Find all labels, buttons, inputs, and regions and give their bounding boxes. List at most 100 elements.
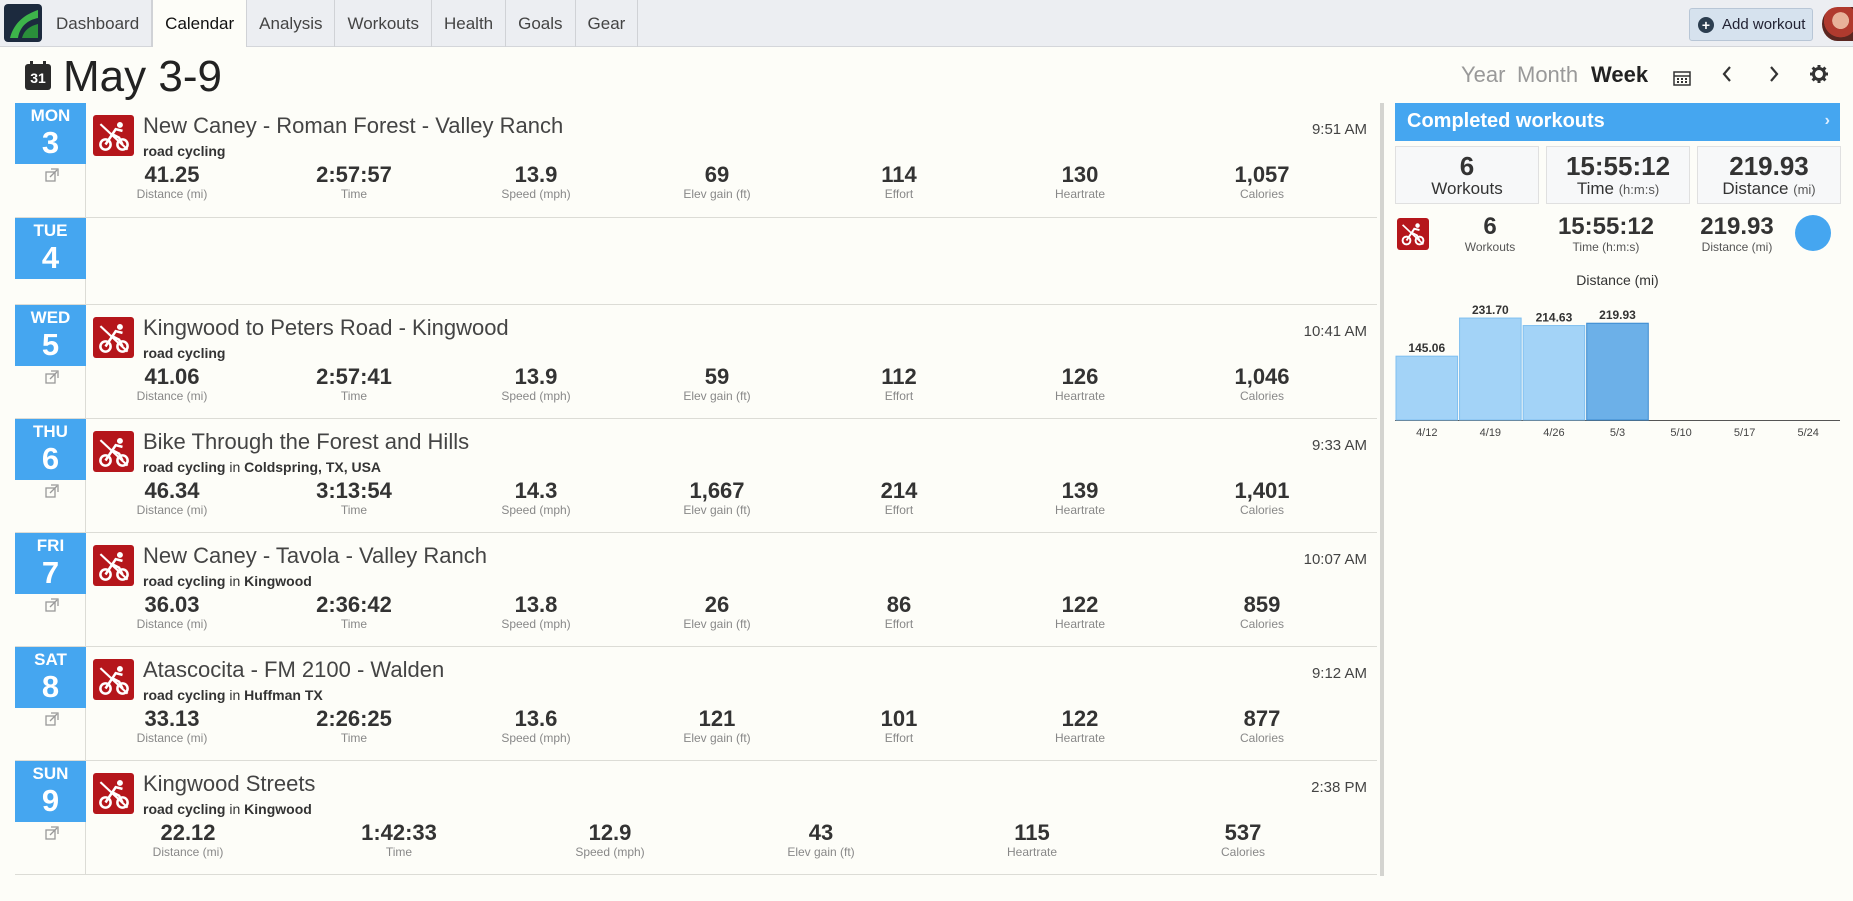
bar-5-3[interactable]: [1586, 322, 1649, 421]
day-row-wed: WED 5 Kingwood to Peters Road - Kingwood ro…: [15, 305, 1377, 419]
workout-stat: 1,057 Calories: [1182, 163, 1342, 202]
stat-label: Distance (mi): [136, 503, 208, 517]
add-workout-button[interactable]: + Add workout: [1689, 8, 1813, 41]
workout-stat: 13.9 Speed (mph): [456, 163, 616, 202]
cycling-sport-icon[interactable]: [93, 659, 134, 700]
workout-title[interactable]: Bike Through the Forest and Hills: [143, 429, 469, 455]
view-week-button[interactable]: Week: [1591, 62, 1648, 88]
stat-value: 13.8: [514, 592, 558, 617]
bar-4-12[interactable]: [1395, 355, 1459, 421]
workout-title[interactable]: Kingwood to Peters Road - Kingwood: [143, 315, 509, 341]
stat-value: 115: [1014, 820, 1050, 845]
stat-value: 69: [704, 162, 730, 187]
sport-workouts-stat: 6 Workouts: [1430, 214, 1550, 255]
tab-goals[interactable]: Goals: [506, 0, 576, 47]
next-week-icon[interactable]: [1767, 64, 1781, 90]
bar-value-label: 219.93: [1599, 308, 1636, 322]
tab-workouts[interactable]: Workouts: [335, 0, 432, 47]
tab-calendar[interactable]: Calendar: [152, 0, 248, 47]
cycling-sport-icon[interactable]: [93, 115, 134, 156]
day-badge[interactable]: TUE 4: [15, 218, 86, 279]
in-word: in: [229, 687, 241, 703]
chevron-right-icon: ›: [1824, 112, 1830, 129]
date-picker-icon[interactable]: [1673, 66, 1691, 92]
workout-time: 9:12 AM: [1311, 665, 1367, 682]
day-badge[interactable]: FRI 7: [15, 533, 86, 594]
summary-distance-box: 219.93 Distance (mi): [1697, 146, 1841, 204]
app-logo[interactable]: [4, 4, 42, 42]
stat-label: Calories: [1239, 617, 1284, 631]
bar-4-19[interactable]: [1459, 317, 1522, 421]
summary-time-value: 15:55:12: [1565, 151, 1671, 181]
stat-value: 43: [808, 820, 834, 845]
day-badge[interactable]: THU 6: [15, 419, 86, 480]
external-link-icon[interactable]: [44, 369, 60, 389]
completed-workouts-title: Completed workouts: [1407, 110, 1605, 132]
tab-dashboard[interactable]: Dashboard: [44, 0, 153, 47]
workout-stat: 26 Elev gain (ft): [637, 593, 797, 632]
stat-label: Time: [340, 503, 368, 517]
day-badge[interactable]: WED 5: [15, 305, 86, 366]
workout-subtitle: road cycling: [143, 143, 225, 159]
bar-4-26[interactable]: [1522, 325, 1586, 421]
workout-stat: 36.03 Distance (mi): [92, 592, 252, 632]
workout-stat: 2:57:41 Time: [274, 365, 434, 404]
day-name: SUN: [32, 764, 69, 783]
external-link-icon[interactable]: [44, 711, 60, 731]
completed-workouts-header[interactable]: Completed workouts ›: [1395, 103, 1840, 141]
cycling-sport-icon[interactable]: [1397, 218, 1429, 250]
stat-label: Speed (mph): [501, 187, 571, 201]
tab-analysis[interactable]: Analysis: [247, 0, 336, 47]
stat-value: 22.12: [160, 820, 216, 845]
workout-title[interactable]: New Caney - Tavola - Valley Ranch: [143, 543, 487, 569]
stat-label: Distance (mi): [136, 187, 208, 201]
prev-week-icon[interactable]: [1720, 64, 1734, 90]
in-word: in: [229, 801, 241, 817]
workout-location: Kingwood: [244, 573, 312, 589]
stat-value: 1,667: [689, 478, 745, 503]
day-name: THU: [33, 422, 68, 441]
workout-stat: 859 Calories: [1182, 593, 1342, 632]
stat-label: Distance (mi): [136, 389, 208, 403]
stat-value: 33.13: [144, 706, 200, 731]
cycling-sport-icon[interactable]: [93, 317, 134, 358]
workout-title[interactable]: New Caney - Roman Forest - Valley Ranch: [143, 113, 563, 139]
stat-value: 41.25: [144, 162, 200, 187]
tab-health[interactable]: Health: [432, 0, 507, 47]
workout-stat: 41.25 Distance (mi): [92, 162, 252, 202]
stat-value: 1,401: [1234, 478, 1290, 503]
workout-title[interactable]: Kingwood Streets: [143, 771, 315, 797]
stat-value: 36.03: [144, 592, 200, 617]
stat-value: 46.34: [144, 478, 200, 503]
top-nav-bar: Dashboard Calendar Analysis Workouts Hea…: [0, 0, 1853, 47]
workout-stat: 3:13:54 Time: [274, 479, 434, 518]
settings-gear-icon[interactable]: [1809, 64, 1829, 90]
day-badge[interactable]: SUN 9: [15, 761, 86, 822]
stat-label: Speed (mph): [575, 845, 645, 859]
stat-value: 41.06: [144, 364, 200, 389]
external-link-icon[interactable]: [44, 483, 60, 503]
day-number: 5: [41, 327, 60, 362]
tab-gear[interactable]: Gear: [576, 0, 639, 47]
external-link-icon[interactable]: [44, 167, 60, 187]
avatar[interactable]: [1822, 7, 1853, 41]
plus-icon: +: [1698, 16, 1714, 33]
view-month-button[interactable]: Month: [1517, 62, 1578, 88]
cycling-sport-icon[interactable]: [93, 545, 134, 586]
workout-sport: road cycling: [143, 143, 226, 159]
cycling-sport-icon[interactable]: [93, 773, 134, 814]
cycling-sport-icon[interactable]: [93, 431, 134, 472]
stat-label: Time: [340, 389, 368, 403]
day-badge[interactable]: SAT 8: [15, 647, 86, 708]
workout-stat: 1,667 Elev gain (ft): [637, 478, 797, 518]
view-year-button[interactable]: Year: [1461, 62, 1505, 88]
panel-divider[interactable]: [1380, 103, 1384, 876]
stat-label: Effort: [884, 617, 914, 631]
external-link-icon[interactable]: [44, 825, 60, 845]
workout-subtitle: road cycling in Huffman TX: [143, 687, 323, 703]
chart-title: Distance (mi): [1576, 272, 1659, 288]
day-row-sun: SUN 9 Kingwood Streets road cycling in King…: [15, 761, 1377, 875]
day-badge[interactable]: MON 3: [15, 103, 86, 164]
external-link-icon[interactable]: [44, 597, 60, 617]
workout-title[interactable]: Atascocita - FM 2100 - Walden: [143, 657, 444, 683]
